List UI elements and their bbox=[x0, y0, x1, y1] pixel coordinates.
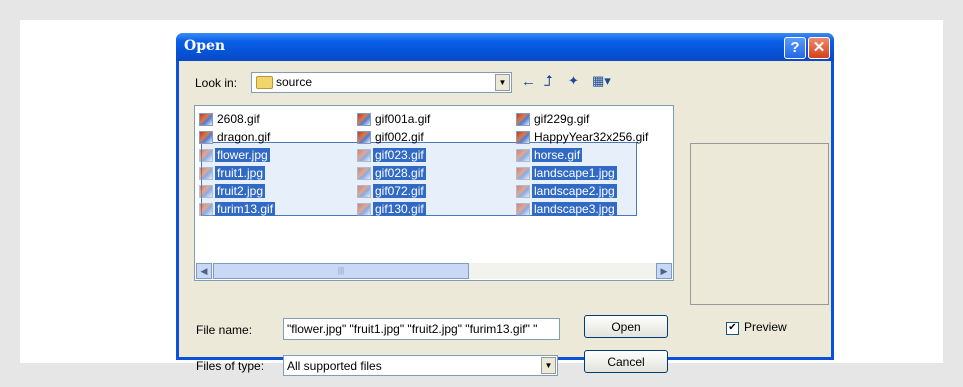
file-name: furim13.gif bbox=[215, 202, 276, 216]
file-item[interactable]: horse.gif bbox=[516, 146, 583, 164]
chevron-down-icon[interactable]: ▼ bbox=[541, 357, 556, 374]
file-item[interactable]: 2608.gif bbox=[199, 110, 262, 128]
view-menu-icon[interactable]: ▦▾ bbox=[592, 73, 611, 89]
file-name: gif229g.gif bbox=[534, 112, 590, 126]
open-button[interactable]: Open bbox=[584, 315, 668, 338]
file-name: gif028.gif bbox=[373, 166, 426, 180]
image-file-icon bbox=[516, 131, 530, 145]
look-in-combo[interactable]: source ▼ bbox=[251, 72, 512, 93]
help-button[interactable]: ? bbox=[784, 37, 806, 59]
file-name: dragon.gif bbox=[217, 130, 271, 144]
chevron-down-icon[interactable]: ▼ bbox=[495, 74, 510, 91]
image-file-icon bbox=[357, 167, 371, 181]
dialog-title: Open bbox=[184, 38, 226, 54]
file-name: landscape3.jpg bbox=[532, 202, 617, 216]
preview-checkbox[interactable]: ✔ bbox=[726, 322, 739, 335]
image-file-icon bbox=[357, 203, 371, 217]
file-name: gif023.gif bbox=[373, 148, 426, 162]
file-name: landscape2.jpg bbox=[532, 184, 617, 198]
file-item[interactable]: landscape1.jpg bbox=[516, 164, 617, 182]
image-file-icon bbox=[516, 185, 530, 199]
open-dialog: Open ? ✕ Look in: source ▼ ← ⮥ ✦ ▦▾ 2608… bbox=[176, 33, 834, 376]
image-file-icon bbox=[199, 149, 213, 163]
image-file-icon bbox=[357, 149, 371, 163]
look-in-value: source bbox=[276, 75, 313, 89]
files-of-type-label: Files of type: bbox=[196, 359, 265, 373]
file-item[interactable]: gif028.gif bbox=[357, 164, 426, 182]
image-file-icon bbox=[516, 113, 530, 127]
files-of-type-value: All supported files bbox=[287, 359, 382, 373]
preview-pane bbox=[690, 143, 829, 305]
look-in-label: Look in: bbox=[195, 76, 238, 90]
file-name: gif130.gif bbox=[373, 202, 426, 216]
image-file-icon bbox=[357, 113, 371, 127]
cancel-button[interactable]: Cancel bbox=[584, 350, 668, 373]
image-file-icon bbox=[516, 149, 530, 163]
file-name: horse.gif bbox=[532, 148, 583, 162]
image-file-icon bbox=[199, 131, 213, 145]
files-of-type-combo[interactable]: All supported files ▼ bbox=[283, 355, 558, 376]
file-item[interactable]: gif072.gif bbox=[357, 182, 426, 200]
horizontal-scrollbar[interactable]: ◀ ||| ▶ bbox=[196, 263, 672, 279]
file-item[interactable]: furim13.gif bbox=[199, 200, 276, 218]
folder-icon bbox=[256, 76, 273, 89]
file-item[interactable]: flower.jpg bbox=[199, 146, 270, 164]
file-item[interactable]: gif229g.gif bbox=[516, 110, 591, 128]
scrollbar-thumb[interactable]: ||| bbox=[213, 263, 469, 279]
file-name: flower.jpg bbox=[215, 148, 270, 162]
file-name-label: File name: bbox=[196, 323, 253, 337]
image-file-icon bbox=[199, 167, 213, 181]
new-folder-icon[interactable]: ✦ bbox=[568, 73, 579, 89]
image-file-icon bbox=[516, 203, 530, 217]
file-list[interactable]: 2608.gif dragon.gif flower.jpg fruit1.jpg fr… bbox=[194, 105, 674, 281]
file-item[interactable]: gif002.gif bbox=[357, 128, 426, 146]
image-file-icon bbox=[357, 131, 371, 145]
title-bar[interactable]: Open ? ✕ bbox=[176, 33, 834, 61]
file-name: fruit2.jpg bbox=[215, 184, 266, 198]
file-item[interactable]: landscape3.jpg bbox=[516, 200, 617, 218]
image-file-icon bbox=[199, 113, 213, 127]
file-item[interactable]: fruit1.jpg bbox=[199, 164, 266, 182]
scroll-right-button[interactable]: ▶ bbox=[656, 263, 672, 279]
dialog-body: Look in: source ▼ ← ⮥ ✦ ▦▾ 2608.gif drago… bbox=[179, 61, 831, 376]
back-icon[interactable]: ← bbox=[521, 73, 536, 90]
file-name: gif001a.gif bbox=[375, 112, 431, 126]
file-name: landscape1.jpg bbox=[532, 166, 617, 180]
file-name: fruit1.jpg bbox=[215, 166, 266, 180]
file-item[interactable]: gif001a.gif bbox=[357, 110, 432, 128]
close-button[interactable]: ✕ bbox=[808, 37, 830, 59]
file-name: HappyYear32x256.gif bbox=[534, 130, 649, 144]
file-name: gif002.gif bbox=[375, 130, 424, 144]
file-name-value: "flower.jpg" "fruit1.jpg" "fruit2.jpg" "… bbox=[287, 322, 538, 336]
file-name: gif072.gif bbox=[373, 184, 426, 198]
image-file-icon bbox=[516, 167, 530, 181]
file-item[interactable]: gif130.gif bbox=[357, 200, 426, 218]
image-file-icon bbox=[199, 185, 213, 199]
image-file-icon bbox=[199, 203, 213, 217]
preview-label: Preview bbox=[744, 320, 787, 334]
image-file-icon bbox=[357, 185, 371, 199]
scroll-left-button[interactable]: ◀ bbox=[196, 263, 212, 279]
file-name-field[interactable]: "flower.jpg" "fruit1.jpg" "fruit2.jpg" "… bbox=[283, 318, 560, 340]
file-item[interactable]: fruit2.jpg bbox=[199, 182, 266, 200]
file-item[interactable]: HappyYear32x256.gif bbox=[516, 128, 650, 146]
file-item[interactable]: gif023.gif bbox=[357, 146, 426, 164]
file-item[interactable]: landscape2.jpg bbox=[516, 182, 617, 200]
file-item[interactable]: dragon.gif bbox=[199, 128, 272, 146]
file-name: 2608.gif bbox=[217, 112, 260, 126]
up-folder-icon[interactable]: ⮥ bbox=[544, 73, 553, 90]
